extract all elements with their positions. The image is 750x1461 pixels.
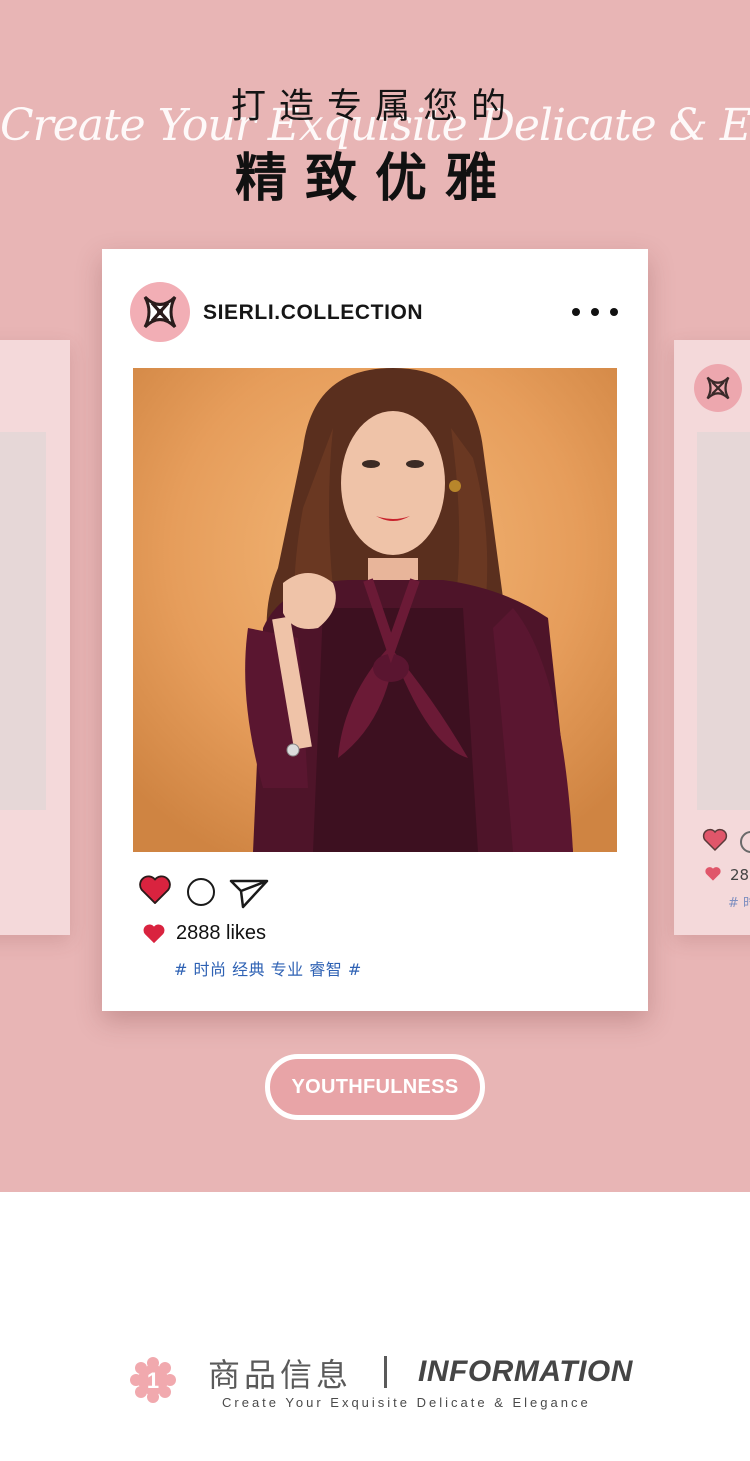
ghost-avatar bbox=[694, 364, 742, 412]
account-name[interactable]: SIERLI.COLLECTION bbox=[203, 301, 423, 325]
comment-circle-icon[interactable] bbox=[187, 878, 215, 906]
info-subtitle: Create Your Exquisite Delicate & Eleganc… bbox=[222, 1395, 591, 1410]
ghost-likes-text: 288 bbox=[730, 866, 750, 884]
ghost-image-placeholder bbox=[0, 432, 46, 810]
brand-logo-icon bbox=[706, 376, 730, 400]
ghost-hashtags: # 时 bbox=[728, 896, 750, 911]
info-title-en: INFORMATION bbox=[418, 1355, 633, 1388]
ghost-card-right: 288 # 时 bbox=[674, 340, 750, 935]
ellipsis-icon[interactable] bbox=[572, 303, 618, 321]
flower-number: 1 bbox=[147, 1368, 159, 1393]
heart-icon bbox=[143, 924, 165, 944]
hashtags[interactable]: # 时尚 经典 专业 睿智 # bbox=[174, 956, 362, 980]
flower-number-icon: 1 bbox=[130, 1357, 176, 1403]
headline-line-2: 精致优雅 bbox=[234, 149, 515, 209]
ghost-card-left bbox=[0, 340, 70, 935]
ghost-image-placeholder bbox=[697, 432, 750, 810]
info-title-zh: 商品信息 bbox=[208, 1356, 353, 1394]
heart-icon bbox=[702, 828, 728, 852]
divider bbox=[384, 1356, 387, 1388]
headline-line-1: 打造专属您的 bbox=[230, 87, 519, 127]
heart-icon bbox=[705, 867, 721, 881]
heart-icon[interactable] bbox=[138, 874, 172, 906]
post-card: SIERLI.COLLECTION 2888 likes # 时尚 经典 专业 … bbox=[102, 249, 648, 1011]
comment-circle-icon bbox=[740, 831, 750, 853]
youthfulness-badge[interactable]: YOUTHFULNESS bbox=[265, 1054, 485, 1120]
brand-logo-icon bbox=[143, 295, 177, 329]
avatar[interactable] bbox=[130, 282, 190, 342]
model-photo-illustration bbox=[133, 368, 617, 852]
likes-count: 2888 likes bbox=[176, 922, 267, 944]
badge-label: YOUTHFULNESS bbox=[291, 1075, 459, 1098]
post-photo bbox=[133, 368, 617, 852]
paper-plane-icon[interactable] bbox=[229, 877, 269, 909]
hero-banner: Create Your Exquisite Delicate & Eleganc… bbox=[0, 0, 750, 1192]
